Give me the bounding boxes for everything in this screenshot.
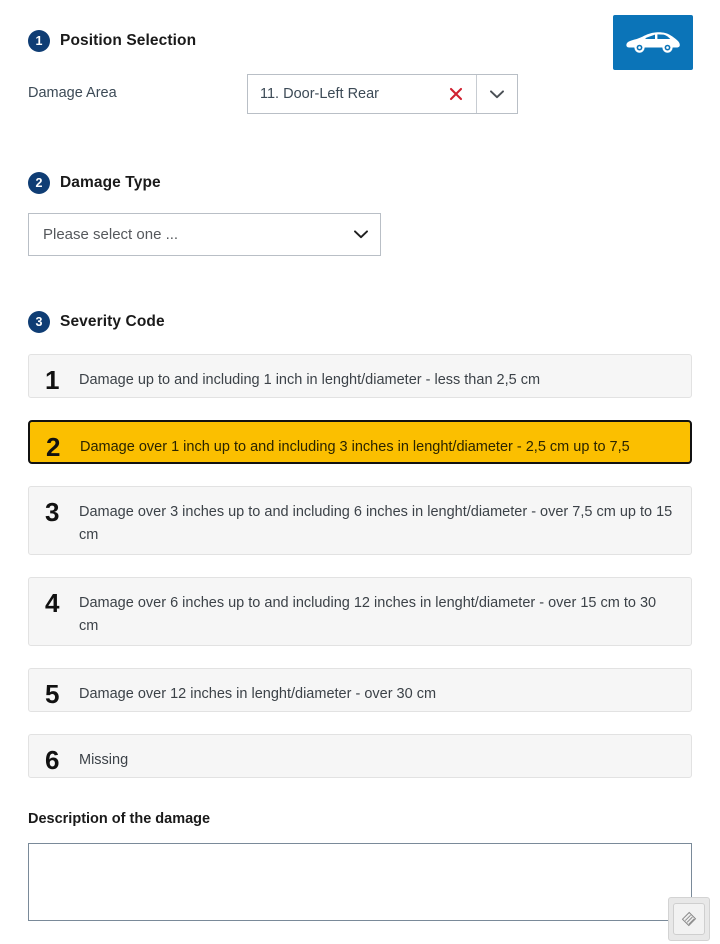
severity-text: Damage over 6 inches up to and including… [79, 595, 657, 634]
chevron-down-icon [354, 230, 368, 239]
severity-text: Damage up to and including 1 inch in len… [79, 372, 541, 388]
severity-text: Damage over 1 inch up to and including 3… [80, 439, 630, 455]
damage-type-select-value: Please select one ... [43, 226, 179, 243]
textarea-resize-handle[interactable] [668, 897, 710, 941]
damage-area-label: Damage Area [28, 85, 117, 101]
section-title-position-selection: Position Selection [60, 32, 197, 49]
damage-type-select[interactable]: Please select one ... [28, 213, 381, 256]
severity-number: 3 [45, 497, 60, 527]
description-label: Description of the damage [28, 811, 211, 827]
section-header-severity-code: 3 Severity Code [28, 311, 165, 333]
section-title-damage-type: Damage Type [60, 174, 161, 191]
close-x-icon[interactable] [436, 75, 476, 113]
car-side-icon [625, 28, 681, 58]
damage-area-combobox[interactable]: 11. Door-Left Rear [247, 74, 518, 114]
severity-option-6[interactable]: 6 Missing [28, 734, 692, 778]
severity-option-1[interactable]: 1 Damage up to and including 1 inch in l… [28, 354, 692, 398]
severity-option-3[interactable]: 3 Damage over 3 inches up to and includi… [28, 486, 692, 555]
severity-option-4[interactable]: 4 Damage over 6 inches up to and includi… [28, 577, 692, 646]
severity-option-5[interactable]: 5 Damage over 12 inches in lenght/diamet… [28, 668, 692, 712]
step-badge-1: 1 [28, 30, 50, 52]
section-title-severity-code: Severity Code [60, 313, 165, 330]
severity-text: Damage over 3 inches up to and including… [79, 504, 673, 543]
severity-text: Damage over 12 inches in lenght/diameter… [79, 686, 437, 702]
step-badge-2: 2 [28, 172, 50, 194]
section-header-position-selection: 1 Position Selection [28, 30, 196, 52]
severity-number: 6 [45, 745, 60, 775]
severity-number: 4 [45, 588, 60, 618]
vehicle-thumbnail[interactable] [613, 15, 693, 70]
section-header-damage-type: 2 Damage Type [28, 172, 161, 194]
damage-entry-form: 1 Position Selection Damage Area 11. Doo… [0, 0, 720, 944]
severity-number: 2 [46, 432, 61, 462]
severity-option-2[interactable]: 2 Damage over 1 inch up to and including… [28, 420, 692, 464]
severity-text: Missing [79, 752, 129, 768]
severity-number: 5 [45, 679, 60, 709]
description-textarea[interactable] [28, 843, 692, 921]
resize-handle-icon [673, 903, 705, 935]
step-badge-3: 3 [28, 311, 50, 333]
severity-number: 1 [45, 365, 60, 395]
severity-code-list: 1 Damage up to and including 1 inch in l… [28, 354, 692, 800]
damage-area-value: 11. Door-Left Rear [260, 86, 380, 102]
chevron-down-icon[interactable] [476, 75, 517, 113]
